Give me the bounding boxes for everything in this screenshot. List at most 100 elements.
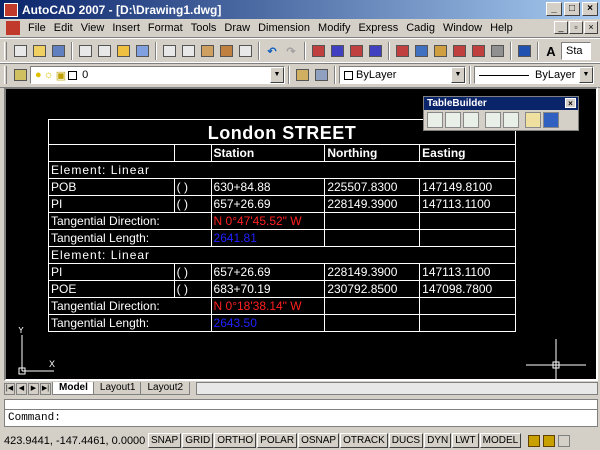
table-export-icon[interactable] xyxy=(525,112,541,128)
toolbar-grip[interactable] xyxy=(4,66,7,84)
tab-model[interactable]: Model xyxy=(52,382,95,395)
zoom-realtime-icon[interactable] xyxy=(328,42,346,60)
autocad-app-icon[interactable] xyxy=(4,2,18,17)
tray-settings-icon[interactable] xyxy=(558,434,571,447)
lock-toolbar-icon[interactable] xyxy=(543,434,556,447)
layer-manager-icon[interactable] xyxy=(11,66,29,84)
first-tab-icon[interactable]: |◀ xyxy=(4,382,15,395)
command-line[interactable]: Command: xyxy=(4,410,598,427)
menu-window[interactable]: Window xyxy=(439,19,486,37)
menu-cadig[interactable]: Cadig xyxy=(402,19,439,37)
text-style-combo[interactable]: Sta xyxy=(561,42,591,60)
drawing-area[interactable]: London STREET Station Northing Easting E… xyxy=(4,87,598,381)
menu-tools[interactable]: Tools xyxy=(187,19,221,37)
print-preview-icon[interactable] xyxy=(95,42,113,60)
next-tab-icon[interactable]: ▶ xyxy=(28,382,39,395)
markup-icon[interactable] xyxy=(469,42,487,60)
close-button[interactable]: × xyxy=(582,2,598,16)
otrack-toggle[interactable]: OTRACK xyxy=(340,433,388,448)
doc-close-button[interactable]: × xyxy=(584,21,598,34)
last-tab-icon[interactable]: ▶| xyxy=(40,382,51,395)
osnap-toggle[interactable]: OSNAP xyxy=(298,433,340,448)
maximize-button[interactable]: □ xyxy=(564,2,580,16)
tab-layout2[interactable]: Layout2 xyxy=(140,382,191,395)
undo-icon[interactable]: ↶ xyxy=(263,42,281,60)
tablebuilder-close-button[interactable]: × xyxy=(565,98,576,108)
design-center-icon[interactable] xyxy=(412,42,430,60)
calculator-icon[interactable] xyxy=(488,42,506,60)
menu-edit[interactable]: Edit xyxy=(50,19,77,37)
menu-modify[interactable]: Modify xyxy=(314,19,354,37)
cut-icon[interactable] xyxy=(160,42,178,60)
publish-icon[interactable] xyxy=(114,42,132,60)
communication-center-icon[interactable] xyxy=(528,434,541,447)
minimize-button[interactable]: _ xyxy=(546,2,562,16)
model-toggle[interactable]: MODEL xyxy=(479,433,522,448)
lwt-toggle[interactable]: LWT xyxy=(452,433,479,448)
snap-toggle[interactable]: SNAP xyxy=(148,433,182,448)
zoom-window-icon[interactable] xyxy=(347,42,365,60)
menu-insert[interactable]: Insert xyxy=(108,19,144,37)
table-insert-icon[interactable] xyxy=(427,112,443,128)
document-icon[interactable] xyxy=(6,21,20,35)
grid-toggle[interactable]: GRID xyxy=(182,433,214,448)
help-icon[interactable] xyxy=(515,42,533,60)
color-dropdown-arrow[interactable]: ▼ xyxy=(451,67,465,83)
tool-palettes-icon[interactable] xyxy=(431,42,449,60)
doc-minimize-button[interactable]: _ xyxy=(554,21,568,34)
open-file-icon[interactable] xyxy=(30,42,48,60)
table-add-row-icon[interactable] xyxy=(485,112,501,128)
layer-dropdown-arrow[interactable]: ▼ xyxy=(270,67,284,83)
empty-cell xyxy=(324,212,421,230)
doc-restore-button[interactable]: ▫ xyxy=(569,21,583,34)
ducs-toggle[interactable]: DUCS xyxy=(388,433,424,448)
window-controls: _ □ × xyxy=(546,2,598,16)
menu-express[interactable]: Express xyxy=(354,19,402,37)
menu-file[interactable]: File xyxy=(24,19,50,37)
table-edit-icon[interactable] xyxy=(445,112,461,128)
menu-dimension[interactable]: Dimension xyxy=(254,19,314,37)
menu-draw[interactable]: Draw xyxy=(220,19,254,37)
polar-toggle[interactable]: POLAR xyxy=(257,433,298,448)
properties-icon[interactable] xyxy=(393,42,411,60)
tablebuilder-toolbar[interactable]: TableBuilder × xyxy=(423,96,579,131)
menu-help[interactable]: Help xyxy=(486,19,517,37)
menu-view[interactable]: View xyxy=(77,19,109,37)
tangential-direction-label: Tangential Direction: xyxy=(48,212,212,230)
layer-previous-icon[interactable] xyxy=(312,66,330,84)
tab-layout1[interactable]: Layout1 xyxy=(92,382,143,395)
text-style-icon[interactable]: A xyxy=(542,42,560,60)
linetype-preview xyxy=(479,74,529,76)
horizontal-scrollbar[interactable] xyxy=(196,382,598,395)
sheet-set-icon[interactable] xyxy=(450,42,468,60)
layer-combo[interactable]: ● ☼ ▣ 0 ▼ xyxy=(30,66,285,84)
new-file-icon[interactable] xyxy=(11,42,29,60)
save-icon[interactable] xyxy=(49,42,67,60)
table-update-icon[interactable] xyxy=(463,112,479,128)
print-icon[interactable] xyxy=(76,42,94,60)
coordinates-readout[interactable]: 423.9441, -147.4461, 0.0000 xyxy=(4,435,148,447)
tablebuilder-help-icon[interactable] xyxy=(543,112,559,128)
london-street-table[interactable]: London STREET Station Northing Easting E… xyxy=(48,119,516,332)
menu-format[interactable]: Format xyxy=(144,19,187,37)
tablebuilder-title-bar[interactable]: TableBuilder × xyxy=(424,97,578,110)
toolbar-separator xyxy=(155,42,157,60)
linetype-dropdown-arrow[interactable]: ▼ xyxy=(579,67,593,83)
previous-tab-icon[interactable]: ◀ xyxy=(16,382,27,395)
redo-icon[interactable]: ↷ xyxy=(282,42,300,60)
color-combo[interactable]: ByLayer ▼ xyxy=(339,66,466,84)
match-properties-icon[interactable] xyxy=(217,42,235,60)
linetype-combo[interactable]: ByLayer ▼ xyxy=(474,66,594,84)
copy-icon[interactable] xyxy=(179,42,197,60)
paste-icon[interactable] xyxy=(198,42,216,60)
dyn-toggle[interactable]: DYN xyxy=(424,433,452,448)
make-object-layer-current-icon[interactable] xyxy=(293,66,311,84)
toolbar-grip[interactable] xyxy=(4,42,7,60)
pan-icon[interactable] xyxy=(309,42,327,60)
ortho-toggle[interactable]: ORTHO xyxy=(214,433,257,448)
table-add-column-icon[interactable] xyxy=(503,112,519,128)
block-editor-icon[interactable] xyxy=(236,42,254,60)
3d-dwf-icon[interactable] xyxy=(133,42,151,60)
point-name: POE xyxy=(48,280,175,298)
zoom-previous-icon[interactable] xyxy=(366,42,384,60)
